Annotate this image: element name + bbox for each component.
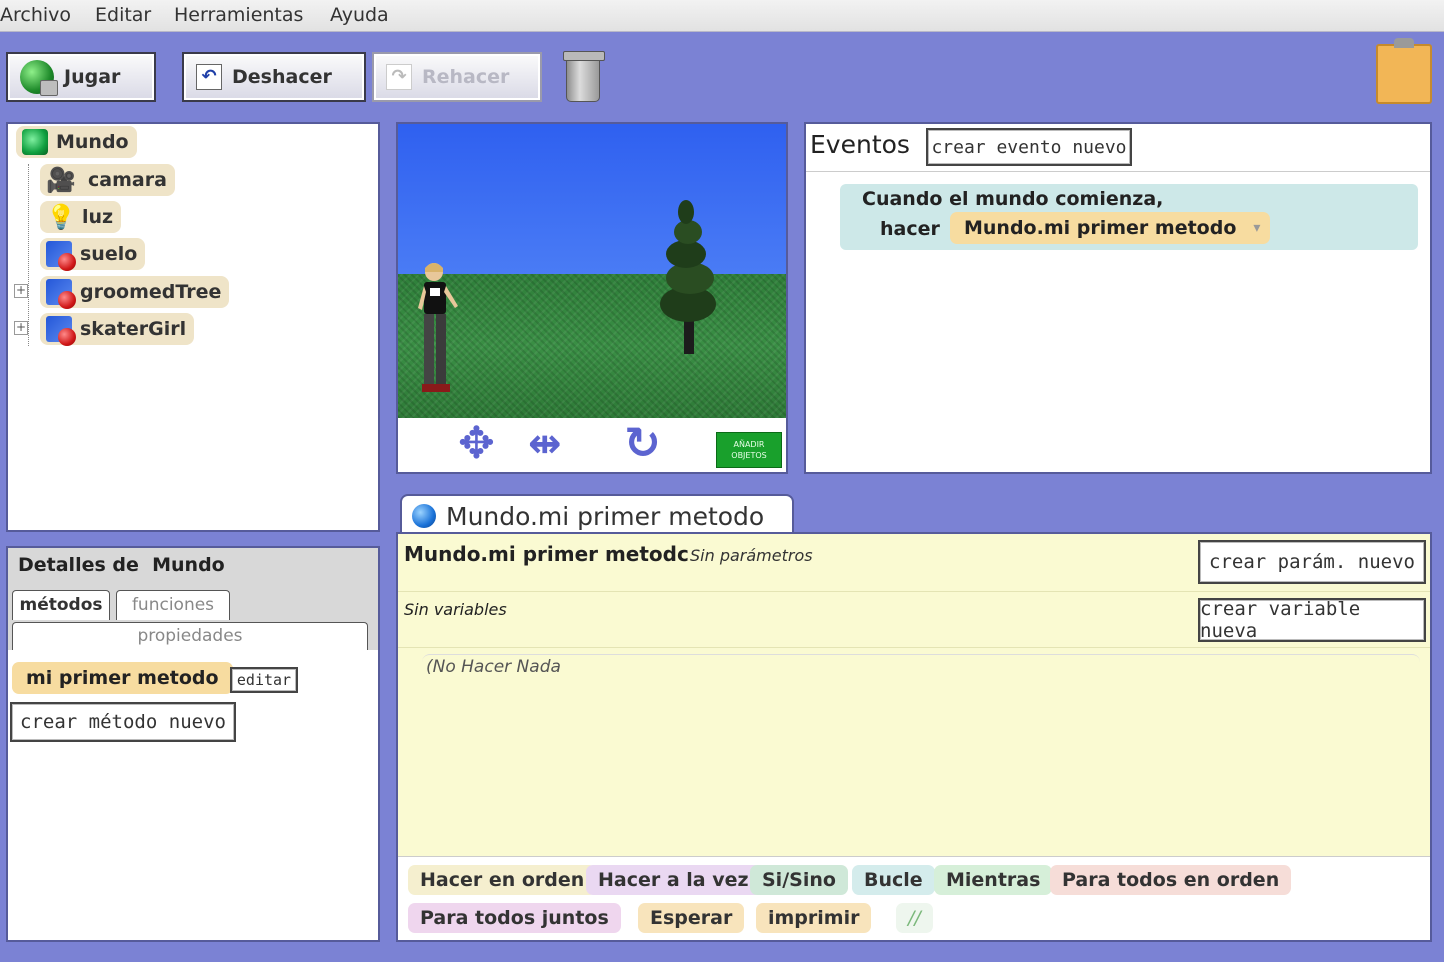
- tree-node-label: suelo: [80, 243, 138, 265]
- scene-view[interactable]: ✥ ⇹ ↻ AÑADIR OBJETOS: [396, 122, 788, 474]
- tree-node-label: skaterGirl: [80, 318, 187, 340]
- events-header: Eventos crear evento nuevo: [806, 124, 1430, 172]
- groomed-tree-figure[interactable]: [652, 194, 732, 358]
- object-icon: [46, 316, 76, 346]
- play-label: Jugar: [64, 66, 121, 88]
- method-editor-tab[interactable]: Mundo.mi primer metodo: [400, 494, 794, 536]
- tree-node-label: groomedTree: [80, 281, 222, 303]
- play-button[interactable]: Jugar: [6, 52, 156, 102]
- menu-bar: Archivo Editar Herramientas Ayuda: [0, 0, 1444, 32]
- tile-if-else[interactable]: Si/Sino: [750, 865, 848, 895]
- tree-node-label: camara: [88, 169, 167, 191]
- create-parameter-button[interactable]: crear parám. nuevo: [1198, 540, 1426, 584]
- tile-for-all-together[interactable]: Para todos juntos: [408, 903, 621, 933]
- world-icon: [22, 129, 48, 155]
- event-do-label: hacer: [880, 218, 940, 240]
- camera-updown-arrows-icon[interactable]: ⇹: [528, 422, 562, 466]
- tree-node-mundo[interactable]: Mundo: [16, 126, 137, 158]
- tree-node-label: luz: [82, 206, 114, 228]
- expand-skatergirl-icon[interactable]: +: [14, 321, 28, 335]
- method-tile-mi-primer-metodo[interactable]: mi primer metodo: [12, 662, 233, 694]
- move-camera-arrows-icon[interactable]: ✥: [458, 422, 495, 466]
- no-variables-label: Sin variables: [404, 600, 507, 619]
- undo-label: Deshacer: [232, 66, 332, 88]
- tile-while[interactable]: Mientras: [934, 865, 1053, 895]
- events-title: Eventos: [810, 130, 910, 159]
- events-panel: Eventos crear evento nuevo Cuando el mun…: [804, 122, 1432, 474]
- tree-node-luz[interactable]: 💡 luz: [40, 201, 122, 233]
- event-method-tile[interactable]: Mundo.mi primer metodo ▾: [950, 212, 1271, 244]
- tile-print[interactable]: imprimir: [756, 903, 872, 933]
- object-tree-panel: Mundo 🎥 camara 💡 luz suelo + groomedTree…: [6, 122, 380, 532]
- menu-herramientas[interactable]: Herramientas: [174, 4, 303, 26]
- trash-icon[interactable]: [563, 51, 605, 102]
- add-objects-button[interactable]: AÑADIR OBJETOS: [716, 432, 782, 468]
- tile-for-all-in-order[interactable]: Para todos en orden: [1050, 865, 1292, 895]
- skater-girl-figure[interactable]: [412, 260, 468, 400]
- world-method-icon: [412, 504, 436, 528]
- tile-comment[interactable]: //: [896, 903, 933, 933]
- object-icon: [46, 241, 76, 271]
- tree-node-label: Mundo: [56, 131, 129, 153]
- menu-ayuda[interactable]: Ayuda: [330, 4, 389, 26]
- undo-button[interactable]: ↶ Deshacer: [182, 52, 366, 102]
- event-block[interactable]: Cuando el mundo comienza, hacer Mundo.mi…: [840, 184, 1418, 250]
- tab-metodos[interactable]: métodos: [12, 590, 110, 620]
- method-body-area[interactable]: (No Hacer Nada: [422, 654, 1420, 680]
- light-bulb-icon: 💡: [46, 203, 76, 231]
- add-objects-label-2: OBJETOS: [731, 451, 767, 460]
- control-tiles-bar: Hacer en orden Hacer a la vez Si/Sino Bu…: [398, 856, 1430, 940]
- edit-method-button[interactable]: editar: [230, 667, 298, 693]
- play-globe-icon: [20, 60, 58, 96]
- expand-groomedtree-icon[interactable]: +: [14, 284, 28, 298]
- tab-funciones[interactable]: funciones: [116, 590, 230, 620]
- tab-propiedades[interactable]: propiedades: [12, 622, 368, 650]
- no-parameters-label: Sin parámetros: [690, 546, 813, 565]
- chevron-down-icon[interactable]: ▾: [1253, 220, 1260, 236]
- undo-icon: ↶: [196, 64, 222, 90]
- tree-connector: [28, 164, 29, 346]
- create-event-button[interactable]: crear evento nuevo: [926, 128, 1132, 166]
- method-editor-panel: Mundo.mi primer metodc Sin parámetros cr…: [396, 532, 1432, 942]
- event-trigger-label: Cuando el mundo comienza,: [862, 188, 1164, 210]
- create-method-button[interactable]: crear método nuevo: [10, 702, 236, 742]
- tree-node-groomedtree[interactable]: groomedTree: [40, 276, 230, 309]
- menu-editar[interactable]: Editar: [95, 4, 151, 26]
- details-panel: Detalles de Mundo métodos funciones prop…: [6, 546, 380, 942]
- menu-archivo[interactable]: Archivo: [0, 4, 71, 26]
- tile-do-together[interactable]: Hacer a la vez: [586, 865, 761, 895]
- tree-node-camara[interactable]: 🎥 camara: [40, 164, 175, 196]
- method-tab-title: Mundo.mi primer metodo: [446, 501, 765, 531]
- clipboard-icon[interactable]: [1376, 38, 1432, 104]
- tile-do-in-order[interactable]: Hacer en orden: [408, 865, 597, 895]
- tile-loop[interactable]: Bucle: [852, 865, 935, 895]
- add-objects-label-1: AÑADIR: [733, 440, 765, 449]
- tile-wait[interactable]: Esperar: [638, 903, 745, 933]
- details-title: Detalles de Mundo: [18, 554, 225, 576]
- tree-node-suelo[interactable]: suelo: [40, 238, 146, 271]
- method-variables-row: Sin variables crear variable nueva: [398, 592, 1430, 648]
- tree-node-skatergirl[interactable]: skaterGirl: [40, 313, 195, 346]
- method-header-row: Mundo.mi primer metodc Sin parámetros cr…: [398, 534, 1430, 592]
- method-name: Mundo.mi primer metodc: [404, 542, 689, 566]
- redo-icon: ↷: [386, 64, 412, 90]
- do-nothing-label: (No Hacer Nada: [426, 657, 561, 677]
- details-header: Detalles de Mundo métodos funciones prop…: [8, 548, 378, 650]
- camera-controls: ✥ ⇹ ↻ AÑADIR OBJETOS: [398, 418, 786, 472]
- event-method-label: Mundo.mi primer metodo: [964, 217, 1237, 239]
- rotate-camera-icon[interactable]: ↻: [624, 422, 661, 466]
- create-variable-button[interactable]: crear variable nueva: [1198, 598, 1426, 642]
- object-icon: [46, 279, 76, 309]
- redo-button[interactable]: ↷ Rehacer: [372, 52, 542, 102]
- redo-label: Rehacer: [422, 66, 510, 88]
- camera-icon: 🎥: [46, 166, 76, 194]
